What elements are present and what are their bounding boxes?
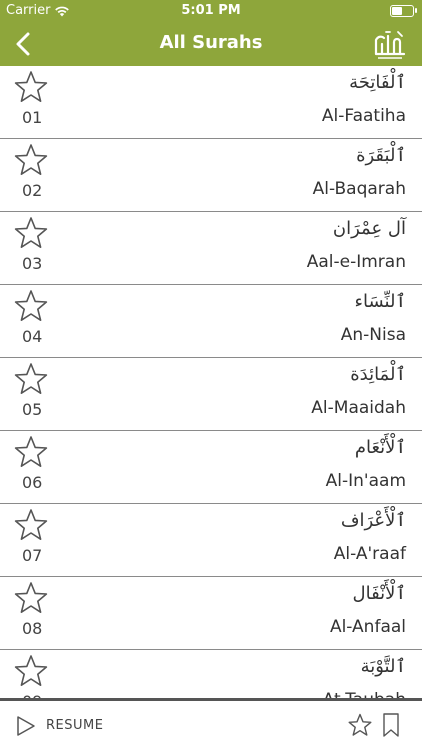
surah-arabic-name: ٱلْمَائِدَة [350,364,406,385]
surah-name: Al-Anfaal [329,617,406,637]
page-title: All Surahs [159,32,263,53]
surah-name: Al-In'aam [325,471,406,491]
surah-number: 03 [22,254,43,273]
status-time: 5:01 PM [181,3,241,18]
resume-button[interactable]: RESUME [46,718,103,733]
star-icon[interactable] [348,713,372,737]
surah-row-4[interactable]: ٱلنِّسَاء 04 An-Nisa [0,285,422,358]
surah-row-8[interactable]: ٱلْأَنْفَال 08 Al-Anfaal [0,577,422,650]
star-icon[interactable] [14,435,48,469]
bookmark-icon[interactable] [382,713,400,737]
surah-name: Al-Faatiha [321,106,406,126]
surah-row-5[interactable]: ٱلْمَائِدَة 05 Al-Maaidah [0,358,422,431]
surah-arabic-name: ٱلْفَاتِحَة [349,72,406,93]
star-icon[interactable] [14,581,48,615]
surah-row-9[interactable]: ٱلتَّوْبَة 09 At-Taubah [0,650,422,698]
surah-number: 01 [22,108,43,127]
star-icon[interactable] [14,216,48,250]
surah-number: 06 [22,473,43,492]
surah-row-3[interactable]: آل عِمْرَان 03 Aal-e-Imran [0,212,422,285]
status-bar: Carrier 5:01 PM [0,0,422,22]
surah-name: An-Nisa [340,325,406,345]
star-icon[interactable] [14,508,48,542]
surah-arabic-name: آل عِمْرَان [332,218,406,239]
surah-row-1[interactable]: ٱلْفَاتِحَة 01 Al-Faatiha [0,66,422,139]
surah-arabic-name: ٱلْبَقَرَة [356,145,406,166]
star-icon[interactable] [14,362,48,396]
surah-row-7[interactable]: ٱلْأَعْرَاف 07 Al-A'raaf [0,504,422,577]
surah-name: At-Taubah [323,690,406,698]
surah-row-6[interactable]: ٱلْأَنْعَام 06 Al-In'aam [0,431,422,504]
surah-number: 07 [22,546,43,565]
surah-name: Al-A'raaf [333,544,406,564]
star-icon[interactable] [14,654,48,688]
surah-arabic-name: ٱلْأَعْرَاف [340,510,406,531]
surah-name: Al-Baqarah [312,179,406,199]
play-icon[interactable] [16,715,36,737]
surah-row-2[interactable]: ٱلْبَقَرَة 02 Al-Baqarah [0,139,422,212]
surah-number: 08 [22,619,43,638]
surah-arabic-name: ٱلْأَنْعَام [354,437,406,458]
surah-name: Al-Maaidah [311,398,406,418]
bottom-toolbar: RESUME [0,698,422,753]
surah-list[interactable]: ٱلْفَاتِحَة 01 Al-Faatiha ٱلْبَقَرَة 02 … [0,66,422,698]
star-icon[interactable] [14,70,48,104]
navigation-bar: All Surahs [0,22,422,66]
surah-number: 02 [22,181,43,200]
surah-arabic-name: ٱلنِّسَاء [354,291,406,312]
star-icon[interactable] [14,289,48,323]
surah-arabic-name: ٱلْأَنْفَال [352,583,407,604]
surah-number: 05 [22,400,43,419]
battery-icon [390,5,417,17]
surah-name: Aal-e-Imran [306,252,406,272]
surah-number: 04 [22,327,43,346]
surah-arabic-name: ٱلتَّوْبَة [360,656,406,677]
star-icon[interactable] [14,143,48,177]
quran-logo [374,31,406,59]
